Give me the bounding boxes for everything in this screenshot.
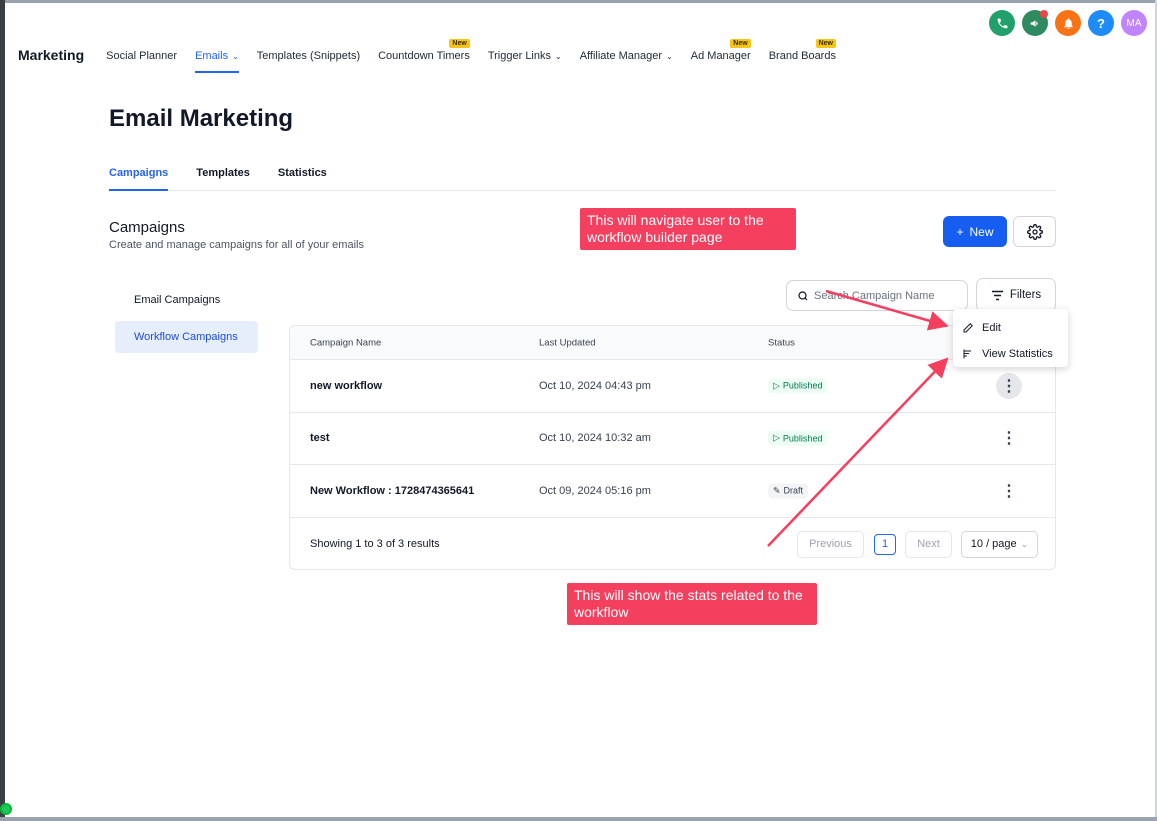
nav-brand: Marketing <box>18 47 85 63</box>
more-options-icon[interactable]: ⋮ <box>996 372 1022 399</box>
last-updated: Oct 10, 2024 04:43 pm <box>539 379 651 392</box>
nav-item-emails[interactable]: Emails ⌄ <box>195 50 239 73</box>
tab-statistics[interactable]: Statistics <box>278 167 327 191</box>
edit-icon: ✎ <box>773 485 781 496</box>
new-badge: New <box>815 39 836 48</box>
header-campaign-name: Campaign Name <box>310 337 382 348</box>
nav-item-countdown-timers[interactable]: Countdown Timers New <box>378 39 470 62</box>
collapse-toggle-icon[interactable] <box>0 803 12 815</box>
nav-item-templates-snippets[interactable]: Templates (Snippets) <box>257 50 360 62</box>
status-label: Draft <box>783 485 804 496</box>
status-label: Published <box>782 380 823 391</box>
search-icon <box>798 290 808 300</box>
callout-edit: This will navigate user to the workflow … <box>580 208 796 250</box>
play-icon: ▷ <box>773 380 780 391</box>
new-badge: New <box>449 39 470 48</box>
per-page-select[interactable]: 10 / page ⌄ <box>961 530 1038 558</box>
table-row[interactable]: New Workflow : 1728474365641 Oct 09, 202… <box>290 465 1055 518</box>
menu-item-label: Edit <box>982 322 1001 334</box>
header-status: Status <box>768 337 795 348</box>
tab-templates[interactable]: Templates <box>196 167 250 191</box>
search-input[interactable] <box>814 289 964 302</box>
status-badge: ▷ Published <box>768 430 828 446</box>
status-badge: ✎ Draft <box>768 483 809 499</box>
section-title: Campaigns <box>109 219 185 236</box>
nav-item-brand-boards[interactable]: Brand Boards New <box>769 39 836 62</box>
plus-icon: + <box>956 224 964 239</box>
megaphone-icon[interactable] <box>1022 10 1048 36</box>
campaign-name[interactable]: new workflow <box>310 380 382 392</box>
avatar[interactable]: MA <box>1121 10 1147 36</box>
bell-icon[interactable] <box>1055 10 1081 36</box>
last-updated: Oct 09, 2024 05:16 pm <box>539 484 651 497</box>
table-footer: Showing 1 to 3 of 3 results Previous 1 N… <box>290 518 1055 570</box>
row-actions: ⋮ <box>996 478 1022 504</box>
menu-item-edit[interactable]: Edit <box>953 315 1068 341</box>
results-summary: Showing 1 to 3 of 3 results <box>310 538 440 550</box>
status-label: Published <box>782 433 823 444</box>
row-actions: ⋮ <box>996 425 1022 451</box>
pencil-icon <box>963 323 973 333</box>
more-options-icon[interactable]: ⋮ <box>996 425 1022 451</box>
campaign-name[interactable]: test <box>310 432 330 444</box>
phone-icon[interactable] <box>989 10 1015 36</box>
sidebar-item-email-campaigns[interactable]: Email Campaigns <box>115 284 258 316</box>
chevron-down-icon: ⌄ <box>555 52 562 61</box>
nav-item-ad-manager[interactable]: Ad Manager New <box>691 39 751 62</box>
tab-campaigns[interactable]: Campaigns <box>109 167 169 191</box>
header-actions: ? MA <box>989 10 1147 36</box>
callout-view-statistics: This will show the stats related to the … <box>567 583 817 625</box>
notification-dot <box>1040 10 1048 18</box>
table-header: Campaign Name Last Updated Status <box>290 326 1055 360</box>
sidebar-item-workflow-campaigns[interactable]: Workflow Campaigns <box>115 321 258 353</box>
filters-label: Filters <box>1009 289 1042 301</box>
play-icon: ▷ <box>773 432 780 443</box>
next-page-button[interactable]: Next <box>905 530 952 558</box>
section-subtitle: Create and manage campaigns for all of y… <box>109 239 364 251</box>
search-box <box>786 280 968 311</box>
row-actions: ⋮ <box>996 372 1022 399</box>
campaign-name[interactable]: New Workflow : 1728474365641 <box>310 485 474 497</box>
per-page-value: 10 / page <box>970 538 1017 550</box>
tab-bar: Campaigns Templates Statistics <box>109 167 1056 191</box>
table-row[interactable]: test Oct 10, 2024 10:32 am ▷ Published ⋮ <box>290 413 1055 465</box>
nav-item-affiliate-manager[interactable]: Affiliate Manager ⌄ <box>580 50 673 62</box>
filter-icon <box>991 290 1003 300</box>
previous-page-button[interactable]: Previous <box>797 530 864 558</box>
table-row[interactable]: new workflow Oct 10, 2024 04:43 pm ▷ Publ… <box>290 360 1055 413</box>
new-campaign-button[interactable]: + New <box>943 216 1007 247</box>
page-title: Email Marketing <box>109 105 294 132</box>
window-left-edge <box>0 0 5 821</box>
nav-item-social-planner[interactable]: Social Planner <box>106 50 177 62</box>
header-last-updated: Last Updated <box>539 337 596 348</box>
nav-item-trigger-links[interactable]: Trigger Links ⌄ <box>488 50 562 62</box>
row-actions-menu: Edit View Statistics <box>953 309 1068 367</box>
help-icon[interactable]: ? <box>1088 10 1114 36</box>
new-badge: New <box>730 39 751 48</box>
status-badge: ▷ Published <box>768 378 828 394</box>
statistics-icon <box>963 349 971 359</box>
new-button-label: New <box>969 224 994 239</box>
chevron-down-icon: ⌄ <box>232 52 239 61</box>
menu-item-label: View Statistics <box>982 348 1053 360</box>
chevron-down-icon: ⌄ <box>1020 538 1029 549</box>
last-updated: Oct 10, 2024 10:32 am <box>539 432 651 445</box>
window-top-edge <box>0 0 1157 3</box>
filters-button[interactable]: Filters <box>976 278 1056 312</box>
chevron-down-icon: ⌄ <box>666 52 673 61</box>
gear-icon <box>1026 223 1043 240</box>
settings-button[interactable] <box>1013 216 1056 247</box>
campaign-table: Campaign Name Last Updated Status new wo… <box>289 325 1056 570</box>
top-nav: Marketing Social Planner Emails ⌄ Templat… <box>18 38 1157 74</box>
more-options-icon[interactable]: ⋮ <box>996 478 1022 504</box>
window-bottom-edge <box>0 817 1157 821</box>
page-number-button[interactable]: 1 <box>874 533 896 555</box>
menu-item-view-statistics[interactable]: View Statistics <box>953 341 1068 367</box>
